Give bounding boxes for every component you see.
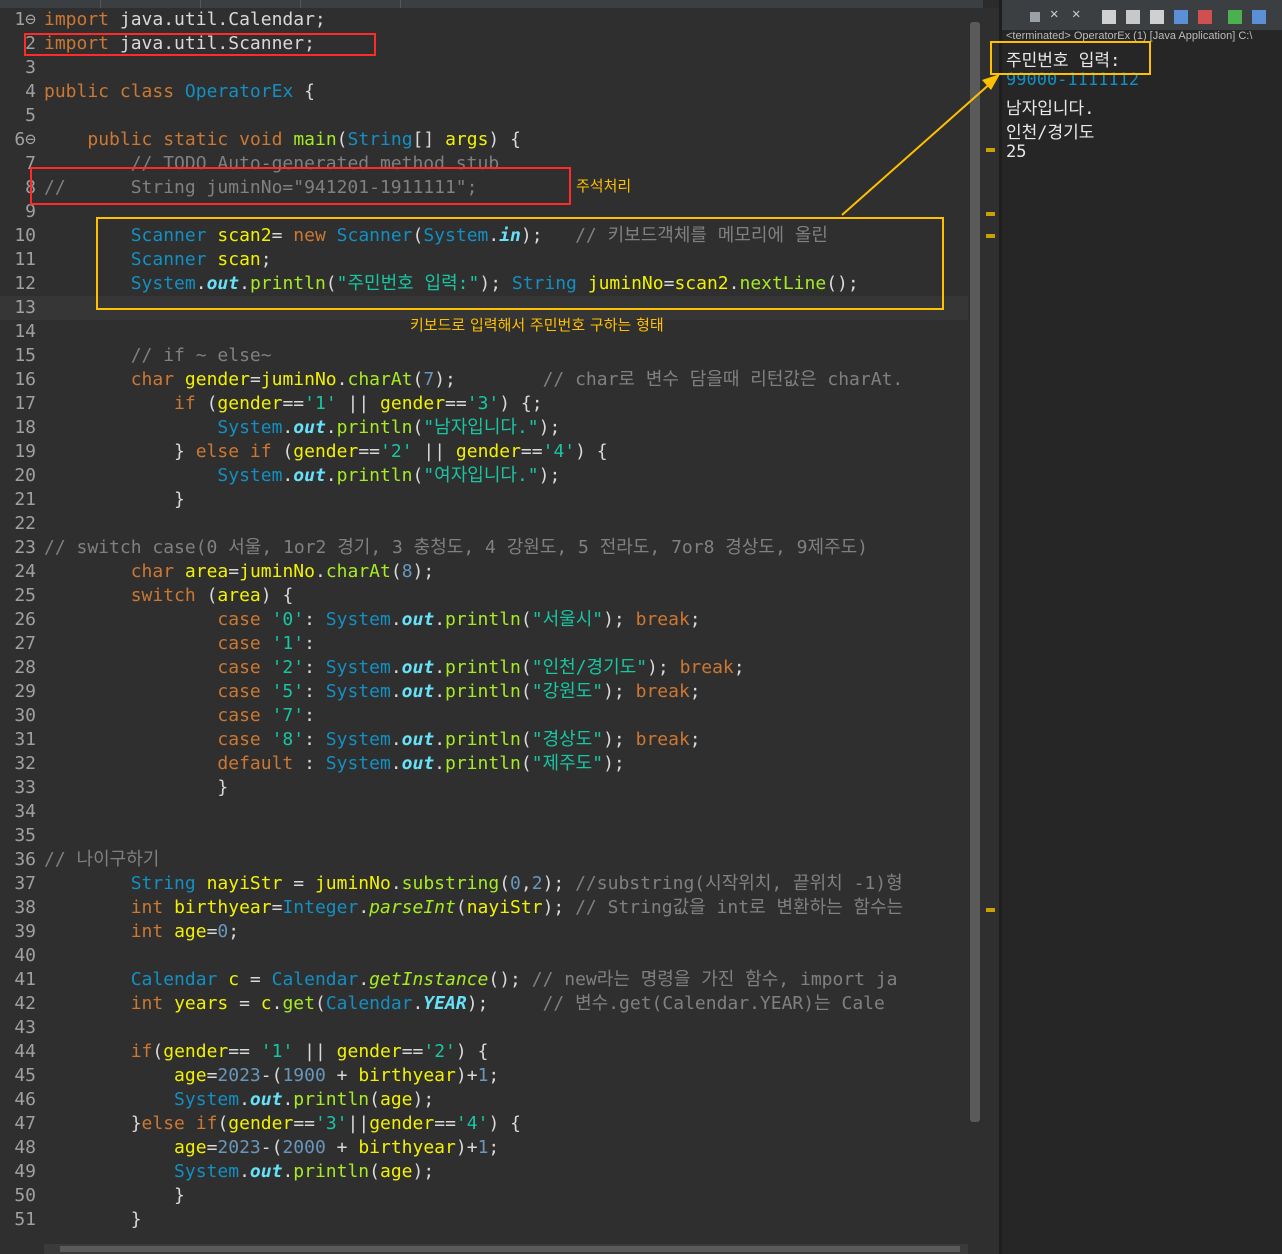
- annotation-arrow: [841, 74, 1000, 216]
